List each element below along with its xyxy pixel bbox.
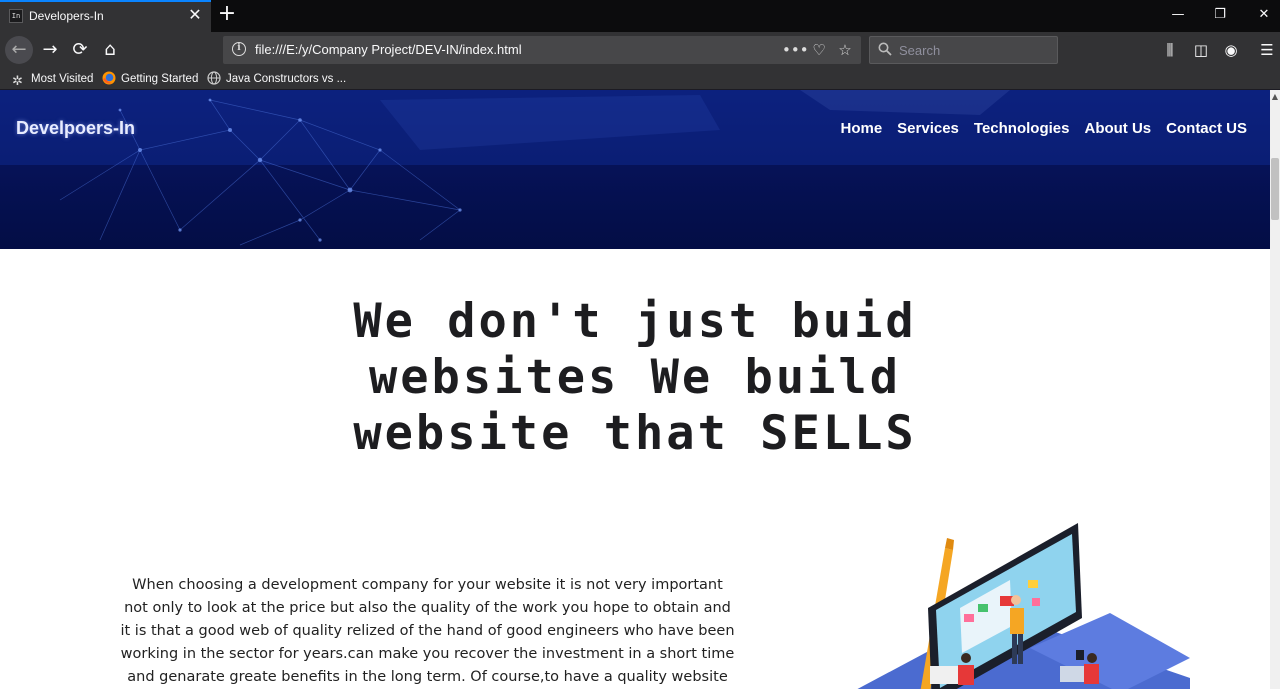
home-icon[interactable]: ⌂ — [96, 36, 124, 64]
scroll-up-icon[interactable]: ▲ — [1270, 92, 1280, 102]
bookmark-getting-started[interactable]: Getting Started — [102, 70, 198, 88]
bookmark-star-icon[interactable]: ☆ — [834, 39, 856, 61]
url-bar[interactable]: i file:///E:/y/Company Project/DEV-IN/in… — [223, 36, 861, 64]
tab-title: Developers-In — [29, 9, 104, 23]
gear-icon: ✲ — [12, 73, 23, 88]
info-icon[interactable]: i — [232, 42, 246, 56]
sidebar-icon[interactable]: ◫ — [1187, 36, 1215, 64]
search-input[interactable] — [899, 40, 1049, 60]
menu-icon[interactable]: ☰ — [1253, 36, 1280, 64]
globe-icon — [207, 71, 221, 85]
reload-icon[interactable]: ⟳ — [66, 36, 94, 64]
network-background-graphic — [59, 90, 1010, 246]
nav-services-link[interactable]: Services — [897, 120, 959, 137]
library-icon[interactable]: ⫼ — [1156, 36, 1184, 64]
account-icon[interactable]: ◉ — [1217, 36, 1245, 64]
forward-icon[interactable]: → — [36, 36, 64, 64]
window-close-icon[interactable]: ✕ — [1244, 4, 1280, 26]
page-scrollbar[interactable]: ▲ — [1270, 90, 1280, 689]
restore-icon[interactable]: ❐ — [1200, 4, 1240, 26]
nav-technologies-link[interactable]: Technologies — [974, 120, 1070, 137]
search-icon — [878, 42, 892, 56]
page-actions-icon[interactable]: ••• — [782, 39, 809, 61]
nav-home-link[interactable]: Home — [840, 120, 882, 137]
close-tab-icon[interactable]: ✕ — [186, 6, 204, 24]
bookmark-most-visited[interactable]: ✲ Most Visited — [12, 70, 93, 88]
developer-illustration — [857, 523, 1190, 689]
bookmarks-toolbar: ✲ Most Visited Getting Started Java Const… — [0, 68, 1280, 90]
hero-headline: We don't just buid websites We build web… — [353, 294, 917, 461]
nav-about-link[interactable]: About Us — [1084, 120, 1151, 137]
new-tab-button[interactable]: + — [216, 3, 238, 27]
intro-paragraph: When choosing a development company for … — [120, 577, 735, 685]
bookmark-java-constructors[interactable]: Java Constructors vs ... — [207, 70, 346, 88]
minimize-icon[interactable]: — — [1158, 4, 1198, 26]
hero-header: Develpoers-In Home Services Technologies… — [0, 90, 1270, 249]
site-nav: Home Services Technologies About Us Cont… — [840, 120, 1247, 137]
firefox-icon — [102, 71, 116, 85]
pocket-icon[interactable]: ♡ — [808, 39, 830, 61]
search-box[interactable] — [869, 36, 1058, 64]
browser-tab[interactable]: In Developers-In ✕ — [0, 0, 211, 32]
back-icon[interactable]: ← — [5, 36, 33, 64]
scrollbar-thumb[interactable] — [1271, 158, 1279, 220]
site-logo[interactable]: Develpoers-In — [16, 118, 135, 139]
tab-favicon-icon: In — [9, 9, 23, 23]
browser-toolbar: ← → ⟳ ⌂ i file:///E:/y/Company Project/D… — [0, 32, 1280, 68]
nav-contact-link[interactable]: Contact US — [1166, 120, 1247, 137]
tab-strip: In Developers-In ✕ + — ❐ ✕ — [0, 0, 1280, 32]
url-text[interactable]: file:///E:/y/Company Project/DEV-IN/inde… — [255, 42, 522, 57]
page-viewport: Develpoers-In Home Services Technologies… — [0, 90, 1270, 689]
